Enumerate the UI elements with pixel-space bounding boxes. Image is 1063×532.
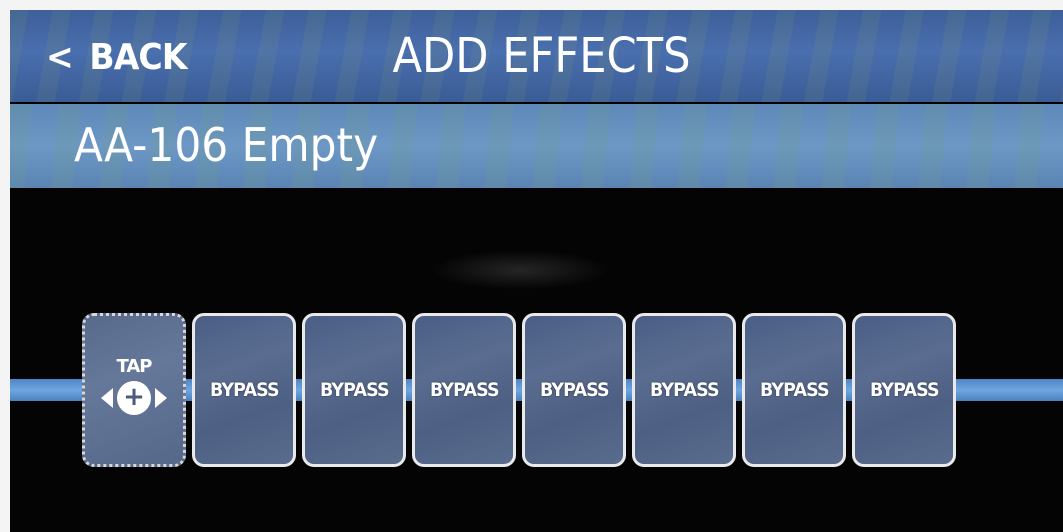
effect-slot-7[interactable]: BYPASS [852, 313, 956, 467]
device-screen: < BACK ADD EFFECTS AA-106 Empty TAP + BY… [0, 0, 1063, 532]
slot-label: BYPASS [759, 379, 830, 401]
effect-slot-2[interactable]: BYPASS [302, 313, 406, 467]
page-title: ADD EFFECTS [392, 28, 691, 84]
effect-slot-5[interactable]: BYPASS [632, 313, 736, 467]
header-bar: < BACK ADD EFFECTS [10, 10, 1063, 102]
effect-slot-6[interactable]: BYPASS [742, 313, 846, 467]
slot-label: BYPASS [539, 379, 610, 401]
slot-label: BYPASS [319, 379, 390, 401]
left-arrow-icon[interactable] [101, 387, 113, 408]
right-arrow-icon[interactable] [155, 387, 167, 408]
effect-slot-1[interactable]: BYPASS [192, 313, 296, 467]
slot-label: BYPASS [869, 379, 940, 401]
preset-name: AA-106 Empty [74, 118, 379, 172]
photo-edge-left [0, 0, 10, 532]
slot-label: BYPASS [209, 379, 280, 401]
slot-label: BYPASS [649, 379, 720, 401]
photo-edge-top [0, 0, 1063, 10]
effect-slot-4[interactable]: BYPASS [522, 313, 626, 467]
tap-label: TAP [116, 355, 152, 377]
plus-circle-icon[interactable]: + [117, 380, 151, 415]
tap-slot[interactable]: TAP + [82, 313, 186, 467]
tap-controls: + [101, 380, 167, 415]
effect-chain: TAP + BYPASS BYPASS BYPASS BYPASS BYPASS… [82, 313, 956, 467]
effect-slot-3[interactable]: BYPASS [412, 313, 516, 467]
slot-label: BYPASS [429, 379, 500, 401]
preset-bar[interactable]: AA-106 Empty [10, 104, 1063, 188]
screen-glare [430, 250, 610, 290]
